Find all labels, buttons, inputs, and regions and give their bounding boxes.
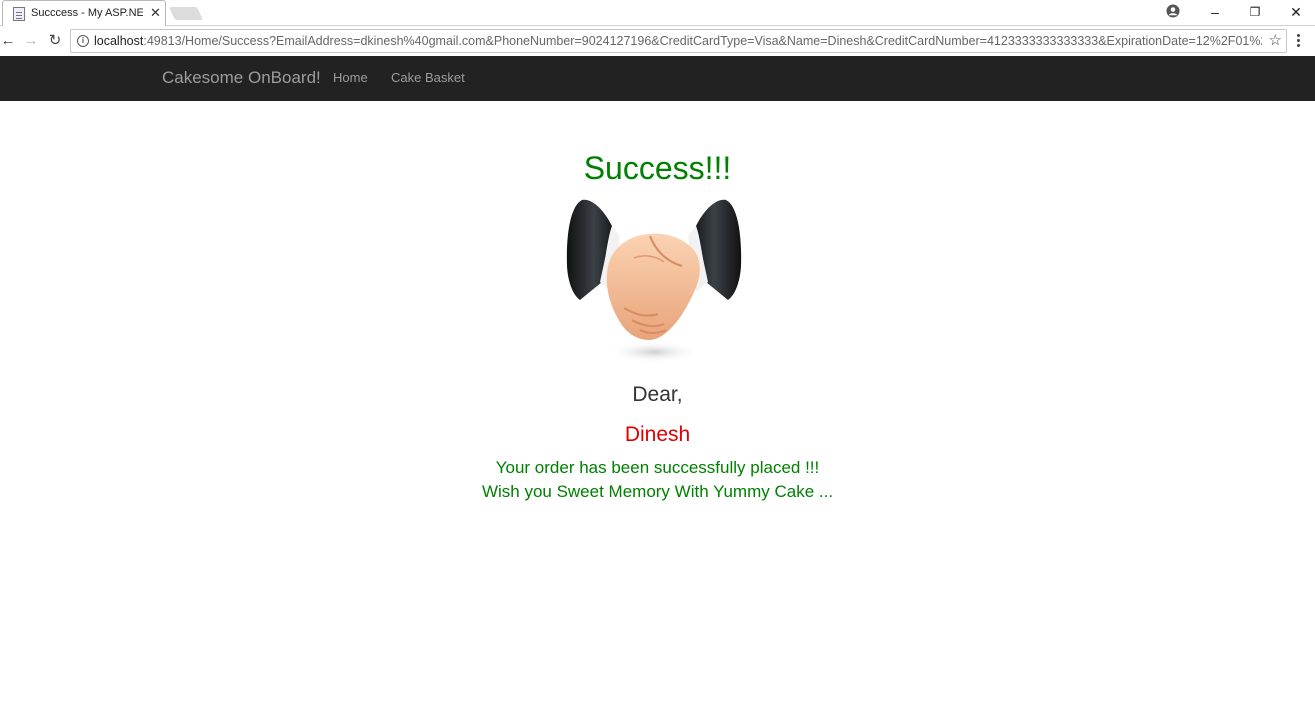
- brand-link[interactable]: Cakesome OnBoard!: [162, 68, 321, 88]
- handshake-image: [566, 199, 742, 363]
- browser-tab[interactable]: Succcess - My ASP.NET A ✕: [2, 0, 166, 26]
- greeting-text: Dear,: [632, 383, 683, 406]
- order-confirmation-message: Your order has been successfully placed …: [495, 458, 820, 477]
- browser-menu-icon[interactable]: [1297, 34, 1301, 49]
- back-arrow-icon[interactable]: ←: [0, 31, 18, 51]
- restore-window-icon[interactable]: ❐: [1245, 3, 1265, 21]
- close-window-icon[interactable]: ✕: [1286, 3, 1306, 21]
- tab-title: Succcess - My ASP.NET A: [31, 7, 143, 19]
- address-bar[interactable]: i localhost:49813/Home/Success?EmailAddr…: [70, 29, 1287, 53]
- customer-name: Dinesh: [624, 423, 691, 446]
- new-tab-button[interactable]: [168, 7, 204, 20]
- profile-icon[interactable]: [1166, 4, 1180, 18]
- site-info-icon[interactable]: i: [77, 35, 89, 47]
- browser-toolbar: ← → ↻ i localhost:49813/Home/Success?Ema…: [0, 26, 1315, 56]
- page-favicon-icon: [13, 7, 25, 21]
- nav-link-home[interactable]: Home: [333, 70, 368, 85]
- nav-link-cake-basket[interactable]: Cake Basket: [391, 70, 465, 85]
- minimize-window-icon[interactable]: –: [1205, 3, 1225, 21]
- browser-tabstrip: Succcess - My ASP.NET A ✕ – ❐ ✕: [0, 0, 1315, 26]
- reload-icon[interactable]: ↻: [45, 31, 65, 51]
- bookmark-star-icon[interactable]: ☆: [1269, 31, 1282, 49]
- page-title: Success!!!: [583, 150, 732, 186]
- forward-arrow-icon[interactable]: →: [21, 31, 41, 51]
- close-tab-icon[interactable]: ✕: [150, 5, 161, 21]
- wish-message: Wish you Sweet Memory With Yummy Cake ..…: [481, 482, 834, 501]
- site-navbar: Cakesome OnBoard! Home Cake Basket: [0, 56, 1315, 101]
- url-text: localhost:49813/Home/Success?EmailAddres…: [94, 34, 1262, 48]
